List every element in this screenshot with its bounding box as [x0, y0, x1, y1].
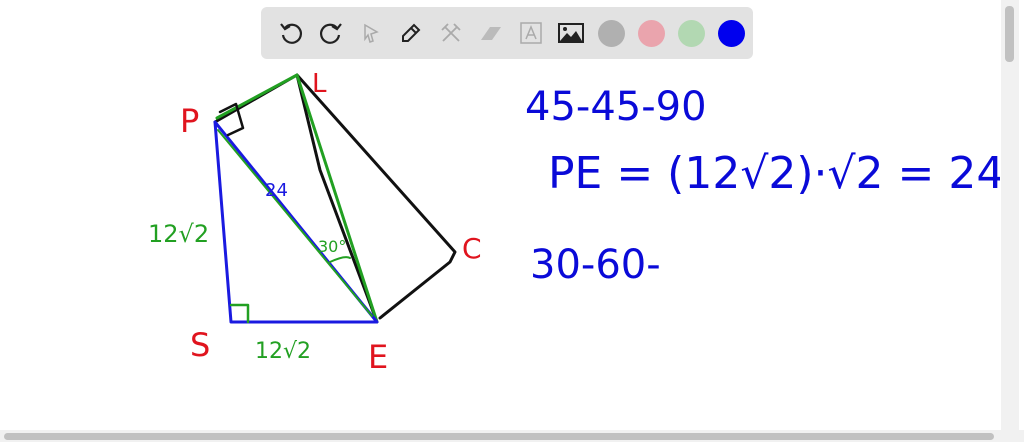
green-diagonal	[217, 129, 373, 317]
whiteboard-canvas[interactable]: P L C S E 24 12√2 12√2 30° 45-45-90 PE =…	[0, 0, 1000, 430]
angle-arc	[329, 256, 351, 263]
ps-length-label: 12√2	[148, 220, 209, 248]
label-p: P	[180, 102, 199, 140]
vertical-scrollbar[interactable]	[1001, 0, 1019, 430]
label-s: S	[190, 326, 210, 364]
angle-label: 30°	[318, 237, 346, 256]
vertical-scroll-thumb[interactable]	[1005, 6, 1014, 62]
green-sides	[215, 73, 379, 324]
horizontal-scrollbar[interactable]	[0, 430, 1024, 442]
pe-length-label: 24	[265, 180, 288, 201]
quadrilateral-outline	[295, 73, 457, 320]
horizontal-scroll-thumb[interactable]	[4, 433, 994, 440]
note-line-2: PE = (12√2)·√2 = 24	[548, 148, 1000, 199]
right-angle-s	[229, 303, 250, 324]
note-line-1: 45-45-90	[525, 84, 707, 130]
se-length-label: 12√2	[255, 339, 311, 364]
note-line-3: 30-60-	[530, 242, 661, 288]
label-e: E	[368, 338, 388, 376]
label-l: L	[312, 69, 327, 99]
label-c: C	[462, 232, 482, 265]
